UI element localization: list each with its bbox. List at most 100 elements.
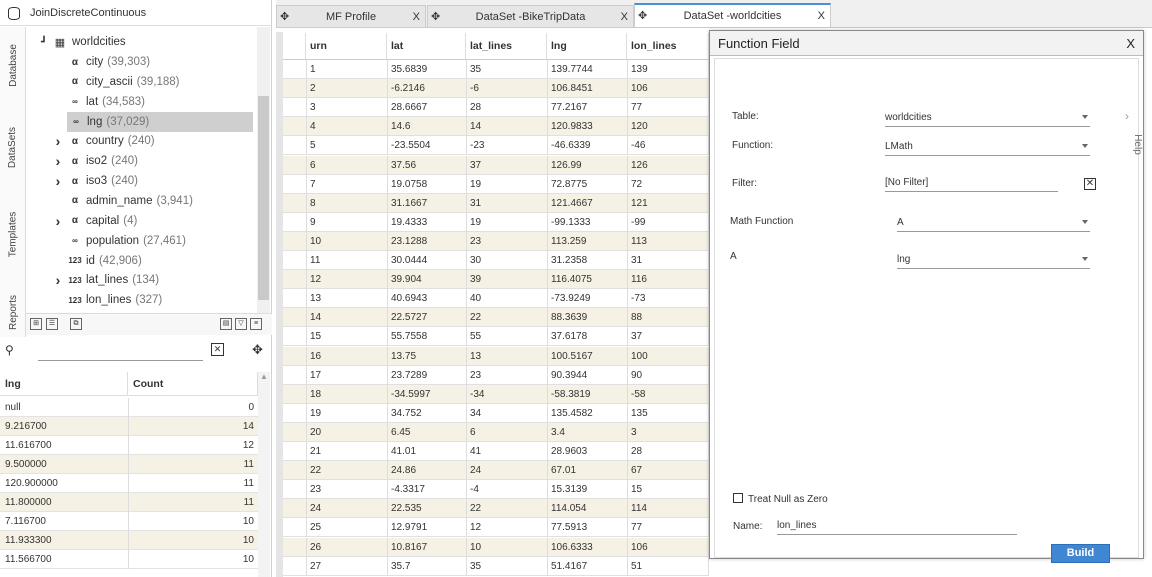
move-icon[interactable]: ✥ xyxy=(252,342,263,358)
expand-arrow-icon[interactable]: › xyxy=(50,133,66,149)
tree-field-city_ascii[interactable]: α city_ascii (39,188) xyxy=(50,72,180,92)
filter-icon[interactable]: ▽ xyxy=(235,318,247,330)
table-row[interactable]: 3 28.6667 28 77.2167 77 xyxy=(283,98,709,118)
filter-field[interactable]: [No Filter] xyxy=(885,174,1058,192)
table-row[interactable]: 17 23.7289 23 90.3944 90 xyxy=(283,365,709,385)
table-row[interactable]: 15 55.7558 55 37.6178 37 xyxy=(283,327,709,347)
tree-field-iso3[interactable]: › α iso3 (240) xyxy=(50,171,138,191)
tree-scrollbar-thumb[interactable] xyxy=(258,96,269,300)
chevron-right-icon[interactable]: › xyxy=(1125,109,1129,123)
stats-row[interactable]: 9.500000 11 xyxy=(0,455,258,474)
table-row[interactable]: 20 6.45 6 3.4 3 xyxy=(283,422,709,442)
column-header[interactable]: Count xyxy=(128,372,258,396)
list-icon[interactable]: ☰ xyxy=(46,318,58,330)
table-row[interactable]: 4 14.6 14 120.9833 120 xyxy=(283,117,709,137)
close-icon[interactable]: X xyxy=(818,10,825,22)
table-row[interactable]: 22 24.86 24 67.01 67 xyxy=(283,461,709,481)
clear-filter-icon[interactable]: ✕ xyxy=(1084,178,1096,190)
table-row[interactable]: 2 -6.2146 -6 106.8451 106 xyxy=(283,79,709,99)
table-row[interactable]: 19 34.752 34 135.4582 135 xyxy=(283,403,709,423)
tree-root[interactable]: ┛ ▦ worldcities xyxy=(36,32,126,52)
expand-arrow-icon[interactable]: › xyxy=(50,153,66,169)
table-row[interactable]: 27 35.7 35 51.4167 51 xyxy=(283,556,709,576)
cell-divider xyxy=(547,461,548,481)
tree-field-lat_lines[interactable]: › 123 lat_lines (134) xyxy=(50,270,159,290)
grid-column-header[interactable]: lat xyxy=(387,33,466,60)
table-row[interactable]: 24 22.535 22 114.054 114 xyxy=(283,499,709,519)
side-tab-database[interactable]: Database xyxy=(0,35,26,95)
side-tab-templates[interactable]: Templates xyxy=(0,199,26,269)
sort-icon[interactable]: ≡ xyxy=(250,318,262,330)
table-row[interactable]: 11 30.0444 30 31.2358 31 xyxy=(283,251,709,270)
table-row[interactable]: 8 31.1667 31 121.4667 121 xyxy=(283,193,709,213)
table-cell: 12 xyxy=(310,274,322,286)
table-row[interactable]: 5 -23.5504 -23 -46.6339 -46 xyxy=(283,136,709,156)
tree-field-lon_lines[interactable]: 123 lon_lines (327) xyxy=(50,290,162,310)
table-row[interactable]: 7 19.0758 19 72.8775 72 xyxy=(283,174,709,194)
stats-row[interactable]: 9.216700 14 xyxy=(0,417,258,436)
table-row[interactable]: 12 39.904 39 116.4075 116 xyxy=(283,270,709,290)
stats-row[interactable]: 7.116700 10 xyxy=(0,512,258,531)
help-tab[interactable]: Help xyxy=(1132,134,1143,155)
tab-mf-profile[interactable]: ✥ MF Profile X xyxy=(276,5,426,27)
build-button[interactable]: Build xyxy=(1051,544,1110,563)
tree-field-city[interactable]: α city (39,303) xyxy=(50,52,150,72)
search-input[interactable] xyxy=(38,344,203,361)
tree-field-iso2[interactable]: › α iso2 (240) xyxy=(50,151,138,171)
function-select[interactable]: LMath xyxy=(885,138,1090,156)
tab-worldcities[interactable]: ✥ DataSet -worldcities X xyxy=(634,3,831,28)
a-select[interactable]: lng xyxy=(897,251,1090,269)
table-row[interactable]: 21 41.01 41 28.9603 28 xyxy=(283,442,709,461)
tree-field-capital[interactable]: › α capital (4) xyxy=(50,211,138,231)
tree-field-lng[interactable]: ∞ lng (37,029) xyxy=(67,111,253,132)
stats-row[interactable]: 11.616700 12 xyxy=(0,436,258,455)
expand-arrow-icon[interactable]: › xyxy=(50,173,66,189)
stats-row[interactable]: 120.900000 11 xyxy=(0,474,258,493)
column-header[interactable]: lng xyxy=(0,372,128,396)
dialog-close-icon[interactable]: X xyxy=(1126,36,1135,51)
stats-row[interactable]: 11.566700 10 xyxy=(0,550,258,569)
table-row[interactable]: 25 12.9791 12 77.5913 77 xyxy=(283,518,709,538)
copy-icon[interactable]: ⧉ xyxy=(70,318,82,330)
table-row[interactable]: 14 22.5727 22 88.3639 88 xyxy=(283,308,709,328)
tree-field-country[interactable]: › α country (240) xyxy=(50,131,155,151)
stats-row[interactable]: null 0 xyxy=(0,398,258,417)
tree-field-id[interactable]: 123 id (42,906) xyxy=(50,251,141,271)
table-row[interactable]: 18 -34.5997 -34 -58.3819 -58 xyxy=(283,384,709,404)
table-row[interactable]: 10 23.1288 23 113.259 113 xyxy=(283,231,709,251)
side-tab-reports[interactable]: Reports xyxy=(0,282,26,342)
expand-all-icon[interactable]: ⊞ xyxy=(30,318,42,330)
close-icon[interactable]: X xyxy=(621,11,628,23)
stats-row[interactable]: 11.933300 10 xyxy=(0,531,258,550)
expand-arrow-icon[interactable]: › xyxy=(50,213,66,229)
calendar-icon[interactable]: ▤ xyxy=(220,318,232,330)
clear-search-icon[interactable]: ✕ xyxy=(211,343,224,356)
table-row[interactable]: 1 35.6839 35 139.7744 139 xyxy=(283,60,709,79)
stats-row[interactable]: 11.800000 11 xyxy=(0,493,258,512)
grid-column-header[interactable]: lat_lines xyxy=(466,33,547,60)
table-row[interactable]: 23 -4.3317 -4 15.3139 15 xyxy=(283,480,709,500)
name-field[interactable]: lon_lines xyxy=(777,517,1017,535)
project-title-bar[interactable]: JoinDiscreteContinuous xyxy=(0,0,272,26)
table-row[interactable]: 9 19.4333 19 -99.1333 -99 xyxy=(283,212,709,232)
grid-column-header[interactable]: lon_lines xyxy=(627,33,709,60)
table-cell: 21 xyxy=(310,446,322,457)
grid-column-header[interactable]: lng xyxy=(547,33,627,60)
math-function-select[interactable]: A xyxy=(897,214,1090,232)
grid-column-header[interactable]: urn xyxy=(306,33,387,60)
tree-field-population[interactable]: ∞ population (27,461) xyxy=(50,231,186,251)
stats-scrollbar[interactable]: ▲ xyxy=(258,372,270,577)
table-select[interactable]: worldcities xyxy=(885,109,1090,127)
expand-arrow-icon[interactable]: › xyxy=(50,272,66,288)
table-row[interactable]: 16 13.75 13 100.5167 100 xyxy=(283,346,709,366)
table-row[interactable]: 26 10.8167 10 106.6333 106 xyxy=(283,537,709,557)
treat-null-checkbox[interactable] xyxy=(733,493,743,503)
collapse-icon[interactable]: ┛ xyxy=(36,37,52,48)
close-icon[interactable]: X xyxy=(413,11,420,23)
table-row[interactable]: 6 37.56 37 126.99 126 xyxy=(283,155,709,175)
side-tab-datasets[interactable]: DataSets xyxy=(0,117,26,177)
tree-field-lat[interactable]: ∞ lat (34,583) xyxy=(50,92,145,112)
tab-bike-trip-data[interactable]: ✥ DataSet -BikeTripData X xyxy=(427,5,634,27)
tree-field-admin_name[interactable]: α admin_name (3,941) xyxy=(50,191,193,211)
table-row[interactable]: 13 40.6943 40 -73.9249 -73 xyxy=(283,289,709,309)
